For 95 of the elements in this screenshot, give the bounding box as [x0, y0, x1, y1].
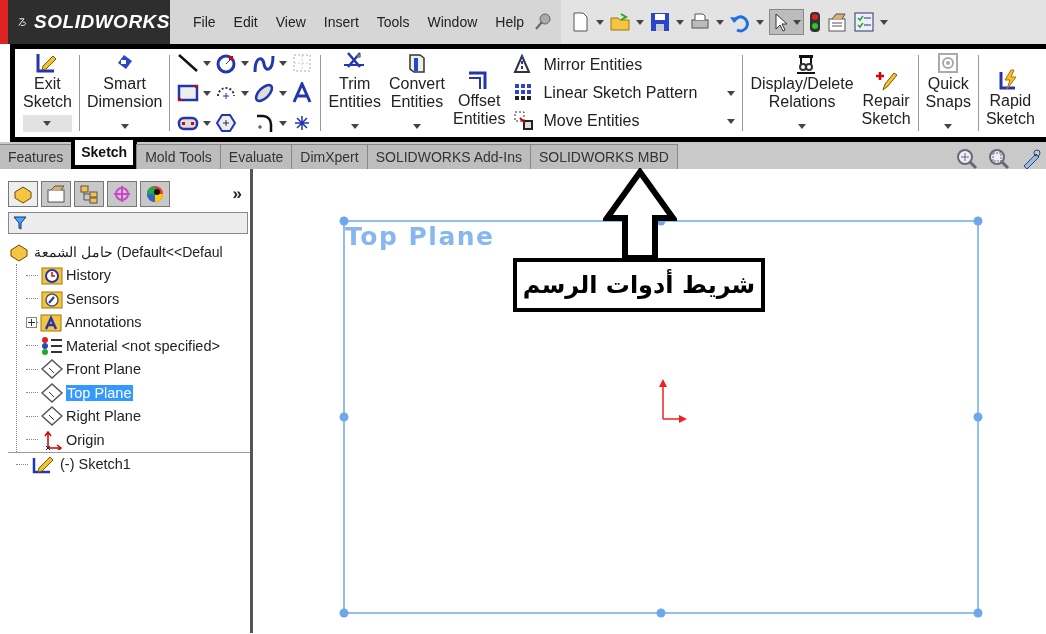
caret-icon[interactable]: [279, 90, 288, 96]
caret-icon[interactable]: [412, 124, 421, 129]
ribbon-command[interactable]: Move Entities: [513, 110, 736, 132]
caret-icon[interactable]: [798, 124, 807, 129]
appearance-ball-icon: [144, 184, 166, 204]
ribbon-command[interactable]: Rapid Sketch: [981, 51, 1039, 135]
command-tab[interactable]: SOLIDWORKS Add-Ins: [366, 144, 531, 169]
circle-icon: [215, 52, 238, 74]
tree-item[interactable]: Sensors: [66, 290, 120, 307]
command-tab[interactable]: Features: [0, 144, 73, 169]
tree-item[interactable]: Right Plane: [66, 408, 141, 425]
configuration-icon: [78, 184, 100, 204]
crosshair-icon: [111, 184, 133, 204]
property-sheet-icon: [45, 184, 67, 204]
construction-grid-icon: [291, 52, 314, 74]
command-tab[interactable]: SOLIDWORKS MBD: [529, 144, 678, 169]
ribbon-command[interactable]: Mirror Entities: [513, 54, 736, 76]
expand-icon[interactable]: [26, 316, 37, 328]
callout-label: شريط أدوات الرسم: [513, 258, 765, 312]
text-icon: [291, 82, 314, 104]
folder-clock-icon: [41, 265, 63, 286]
caret-icon[interactable]: [120, 124, 129, 129]
caret-icon[interactable]: [241, 90, 250, 96]
tree-item[interactable]: (-) Sketch1: [60, 456, 131, 473]
plane-icon: [41, 382, 63, 403]
caret-icon[interactable]: [203, 90, 212, 96]
folder-gauge-icon: [41, 288, 63, 309]
menu-item[interactable]: View: [266, 14, 315, 30]
origin-icon: [659, 379, 687, 423]
part-icon: [12, 184, 34, 204]
ellipse-icon: [253, 82, 276, 104]
folder-letter-icon: [40, 312, 62, 333]
tree-root[interactable]: حامل الشمعة (Default<<Defaul: [34, 243, 223, 260]
caret-icon[interactable]: [676, 19, 685, 25]
caret-icon[interactable]: [716, 19, 725, 25]
command-tab[interactable]: Mold Tools: [136, 144, 221, 169]
save-icon: [649, 11, 672, 33]
panel-tab[interactable]: [140, 181, 170, 207]
tree-item[interactable]: Origin: [66, 431, 105, 448]
menu-item[interactable]: Window: [418, 14, 487, 30]
ribbon-command[interactable]: Display/Delete Relations: [746, 51, 858, 135]
rectangle-icon: [177, 82, 200, 104]
zoom-fit-icon: [956, 148, 978, 170]
filter-icon: [13, 216, 27, 230]
caret-icon[interactable]: [43, 121, 52, 126]
ribbon-command[interactable]: Trim Entities: [324, 51, 385, 135]
caret-icon[interactable]: [241, 60, 250, 66]
caret-icon[interactable]: [727, 118, 736, 124]
caret-icon[interactable]: [203, 120, 212, 126]
caret-icon[interactable]: [793, 19, 802, 25]
filter-field[interactable]: [8, 212, 248, 234]
caret-icon[interactable]: [596, 19, 605, 25]
menu-item[interactable]: Tools: [367, 14, 419, 30]
caret-icon[interactable]: [203, 60, 212, 66]
menu-item[interactable]: Help: [486, 14, 534, 30]
ribbon-command[interactable]: Exit Sketch: [19, 51, 76, 135]
caret-icon[interactable]: [279, 120, 288, 126]
origin-icon: [41, 429, 63, 450]
more-tabs-button[interactable]: »: [232, 184, 242, 204]
ribbon-command[interactable]: Repair Sketch: [857, 51, 915, 135]
caret-icon[interactable]: [279, 60, 288, 66]
plane-label: Top Plane: [345, 222, 495, 251]
move-icon: [513, 110, 536, 132]
app-logo: SOLIDWORKS: [0, 0, 170, 44]
caret-icon[interactable]: [880, 19, 889, 25]
line-icon: [177, 52, 200, 74]
menu-item[interactable]: Insert: [314, 14, 368, 30]
caret-icon[interactable]: [727, 90, 736, 96]
plane-icon: [41, 406, 63, 427]
checklist-icon: [853, 11, 876, 33]
caret-icon[interactable]: [756, 19, 765, 25]
sketch-icon: [32, 454, 56, 475]
caret-icon[interactable]: [636, 19, 645, 25]
tree-item[interactable]: History: [66, 267, 112, 284]
open-folder-icon: [609, 11, 632, 33]
ribbon-command[interactable]: Linear Sketch Pattern: [513, 82, 736, 104]
plane-icon: [41, 359, 63, 380]
ribbon-command[interactable]: Offset Entities: [449, 51, 510, 135]
tree-item[interactable]: Front Plane: [66, 361, 141, 378]
menu-item[interactable]: Edit: [224, 14, 267, 30]
traffic-light-icon: [809, 11, 822, 33]
ribbon-command[interactable]: Smart Dimension: [82, 51, 167, 135]
select-button[interactable]: [769, 9, 805, 35]
ribbon-command[interactable]: Convert Entities: [384, 51, 449, 135]
tree-item[interactable]: Material <not specified>: [66, 337, 220, 354]
options-icon: [826, 11, 849, 33]
zoom-area-icon: [988, 148, 1010, 170]
polygon-icon: [215, 112, 238, 134]
menu-item[interactable]: File: [184, 14, 225, 30]
command-tab[interactable]: Sketch: [71, 140, 138, 169]
command-tab[interactable]: DimXpert: [291, 144, 368, 169]
command-tab[interactable]: Evaluate: [219, 144, 293, 169]
material-list-icon: [41, 335, 63, 356]
caret-icon[interactable]: [350, 124, 359, 129]
tree-item[interactable]: Annotations: [65, 314, 142, 331]
